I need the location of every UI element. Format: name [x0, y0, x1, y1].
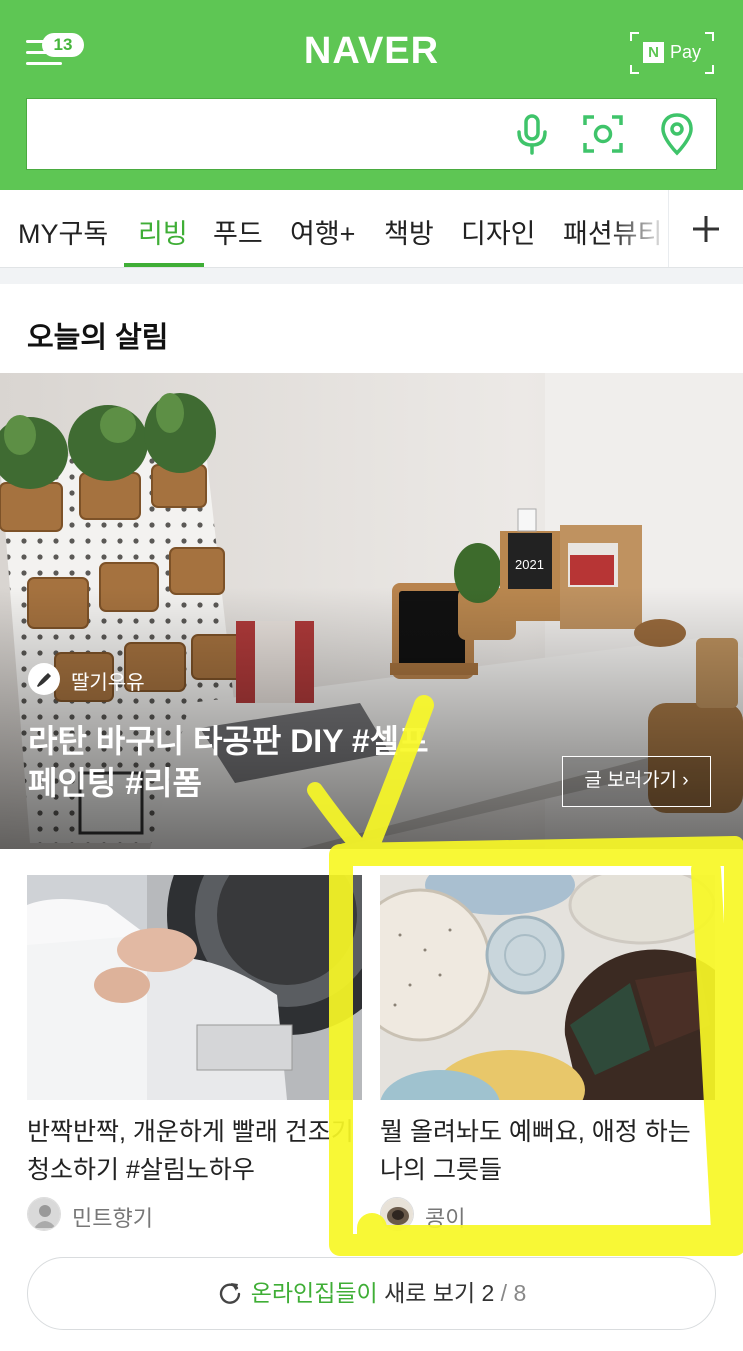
more-text: 새로 보기 [377, 1280, 482, 1306]
top-header: 13 NAVER N Pay [0, 0, 743, 190]
section-divider [0, 268, 743, 284]
more-total-pages: 8 [513, 1280, 527, 1306]
dryer-cleaning-photo [27, 875, 362, 1100]
section-title: 오늘의 살림 [27, 322, 169, 354]
brush-avatar-icon [37, 673, 51, 687]
author-avatar [28, 663, 60, 695]
load-more-button[interactable]: 온라인집들이 새로 보기 2 / 8 [27, 1257, 716, 1330]
card-author-name: 민트향기 [72, 1206, 153, 1231]
hero-title[interactable]: 라탄 바구니 타공판 DIY #셀프페인팅 #리폼 [28, 720, 448, 804]
card-image-dishes[interactable] [380, 875, 715, 1100]
image-search-lens-icon[interactable] [580, 111, 626, 157]
more-topic: 온라인집들이 [250, 1280, 378, 1306]
active-tab-indicator [124, 263, 204, 267]
more-separator: / [494, 1280, 514, 1306]
card-image-dryer[interactable] [27, 875, 362, 1100]
tab-books[interactable]: 책방 [384, 212, 434, 251]
add-tab-button[interactable] [668, 190, 743, 267]
tab-scroll-fade [610, 190, 670, 267]
npay-button[interactable]: N Pay [630, 32, 714, 74]
dishes-photo [380, 875, 715, 1100]
tab-design[interactable]: 디자인 [461, 212, 536, 251]
npay-label: Pay [670, 42, 702, 62]
read-post-button[interactable]: 글 보러가기 › [562, 756, 711, 807]
card-title-dishes[interactable]: 뭘 올려놔도 예뻐요, 애정 하는 나의 그릇들 [380, 1113, 715, 1189]
tab-travel[interactable]: 여행+ [290, 212, 355, 251]
author-avatar [380, 1197, 414, 1231]
plus-icon [693, 216, 719, 242]
npay-n-icon: N [643, 42, 664, 63]
bean-avatar-icon [381, 1198, 413, 1230]
category-tabs: MY구독 리빙 푸드 여행+ 책방 디자인 패션뷰티 [0, 190, 743, 268]
more-current-page: 2 [481, 1280, 495, 1306]
search-input[interactable] [41, 117, 501, 153]
refresh-icon [219, 1282, 240, 1304]
mint-avatar-icon [28, 1198, 60, 1230]
author-avatar [27, 1197, 61, 1231]
tab-food[interactable]: 푸드 [213, 212, 263, 251]
hero-author-name: 딸기우유 [71, 672, 145, 694]
search-box [26, 98, 717, 170]
tab-living[interactable]: 리빙 [138, 212, 188, 251]
tab-my-subscription[interactable]: MY구독 [18, 212, 108, 251]
location-pin-icon[interactable] [654, 111, 700, 157]
voice-search-mic-icon[interactable] [509, 111, 555, 157]
card-author-name: 콩이 [425, 1206, 466, 1231]
card-title-dryer[interactable]: 반짝반짝, 개운하게 빨래 건조기 청소하기 #살림노하우 [27, 1113, 362, 1189]
